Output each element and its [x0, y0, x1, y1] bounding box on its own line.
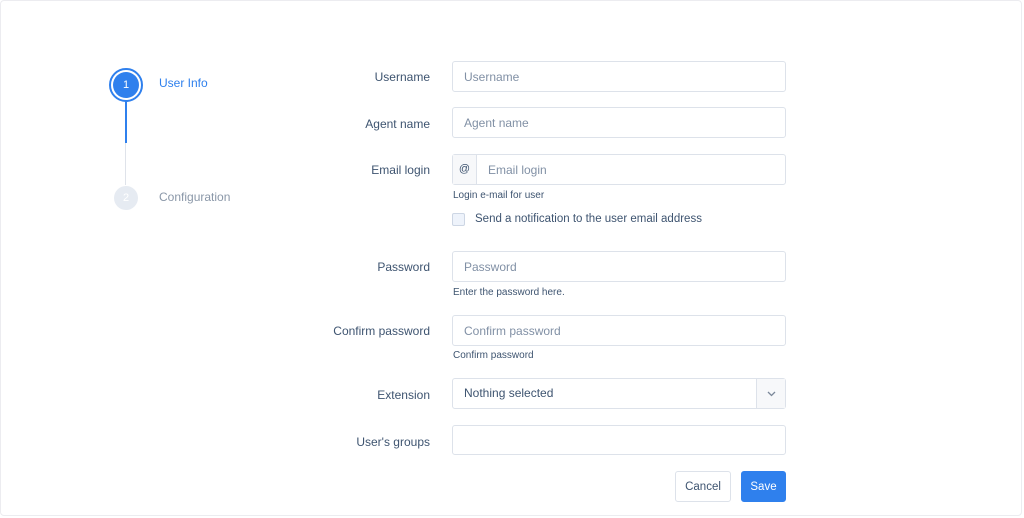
at-sign-icon: @	[453, 155, 477, 184]
user-groups-label: User's groups	[356, 435, 430, 449]
extension-select[interactable]: Nothing selected	[452, 378, 786, 409]
password-input[interactable]	[452, 251, 786, 282]
agent-name-label: Agent name	[365, 117, 430, 131]
agent-name-input[interactable]	[452, 107, 786, 138]
step-connector-active	[125, 100, 127, 143]
extension-dropdown-toggle[interactable]	[756, 379, 785, 408]
confirm-password-input[interactable]	[452, 315, 786, 346]
email-login-input[interactable]	[477, 155, 785, 184]
password-label: Password	[377, 260, 430, 274]
chevron-down-icon	[767, 391, 775, 396]
step-2-label[interactable]: Configuration	[159, 190, 230, 204]
user-groups-input[interactable]	[452, 425, 786, 455]
notify-checkbox-label[interactable]: Send a notification to the user email ad…	[475, 213, 702, 225]
confirm-password-help: Confirm password	[453, 350, 534, 361]
email-login-help: Login e-mail for user	[453, 190, 545, 201]
save-button[interactable]: Save	[741, 471, 786, 502]
extension-selected-value: Nothing selected	[464, 386, 554, 400]
confirm-password-label: Confirm password	[333, 324, 430, 338]
step-2-indicator[interactable]: 2	[114, 186, 138, 210]
notify-checkbox[interactable]	[452, 213, 465, 226]
username-label: Username	[374, 70, 430, 84]
step-connector	[125, 143, 126, 185]
extension-label: Extension	[377, 388, 430, 402]
email-login-group: @	[452, 154, 786, 185]
username-input[interactable]	[452, 61, 786, 92]
step-1-indicator[interactable]: 1	[113, 72, 139, 98]
cancel-button[interactable]: Cancel	[675, 471, 731, 502]
step-1-label[interactable]: User Info	[159, 76, 208, 90]
password-help: Enter the password here.	[453, 287, 565, 298]
email-login-label: Email login	[371, 163, 430, 177]
